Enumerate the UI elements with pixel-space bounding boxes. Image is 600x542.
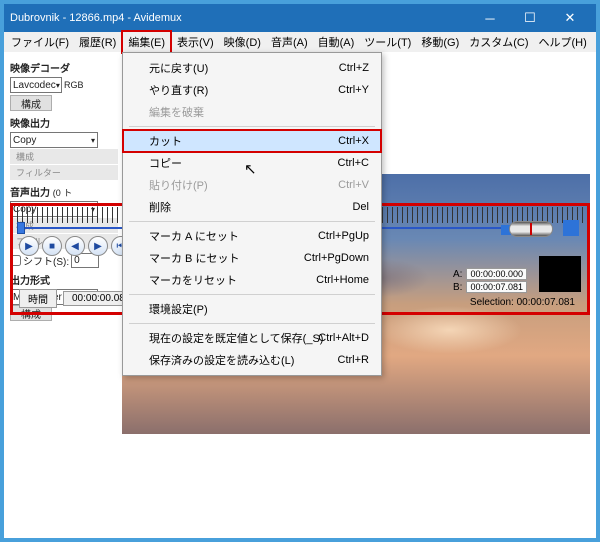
mi-reset-markers[interactable]: マーカをリセットCtrl+Home — [123, 269, 381, 291]
menubar: ファイル(F) 履歴(R) 編集(E) 表示(V) 映像(D) 音声(A) 自動… — [4, 32, 596, 52]
menu-video[interactable]: 映像(D) — [219, 32, 266, 52]
mi-delete[interactable]: 削除Del — [123, 196, 381, 218]
menu-help[interactable]: ヘルプ(H) — [534, 32, 592, 52]
mi-redo[interactable]: やり直す(R)Ctrl+Y — [123, 79, 381, 101]
window-title: Dubrovnik - 12866.mp4 - Avidemux — [10, 12, 470, 24]
time-label-button[interactable]: 時間 — [19, 289, 57, 308]
audio-output-label: 音声出力 (0 ト — [10, 184, 118, 199]
maximize-button[interactable]: ☐ — [510, 10, 550, 26]
selection-value: 00:00:07.081 — [517, 297, 575, 308]
menu-auto[interactable]: 自動(A) — [313, 32, 360, 52]
mi-discard-edits[interactable]: 編集を破棄 — [123, 101, 381, 123]
decoder-right: RGB — [64, 80, 84, 90]
prev-frame-button[interactable]: ◀ — [65, 236, 85, 256]
mi-undo[interactable]: 元に戻す(U)Ctrl+Z — [123, 57, 381, 79]
marker-a-value: 00:00:00.000 — [466, 268, 527, 280]
mi-save-default[interactable]: 現在の設定を既定値として保存(_S)Ctrl+Alt+D — [123, 327, 381, 349]
menu-edit[interactable]: 編集(E) — [121, 30, 172, 54]
video-decoder-label: 映像デコーダ — [10, 60, 118, 75]
decoder-combo[interactable]: Lavcodec▾ — [10, 77, 62, 93]
mi-set-marker-b[interactable]: マーカ B にセットCtrl+PgDown — [123, 247, 381, 269]
menu-recent[interactable]: 履歴(R) — [74, 32, 121, 52]
mi-cut[interactable]: カットCtrl+X — [123, 130, 381, 152]
edit-menu-dropdown: 元に戻す(U)Ctrl+Z やり直す(R)Ctrl+Y 編集を破棄 カットCtr… — [122, 52, 382, 376]
marker-b-label: B: — [453, 282, 462, 293]
video-out-config: 構成 — [10, 149, 118, 164]
decoder-config-button[interactable]: 構成 — [10, 95, 52, 111]
menu-tools[interactable]: ツール(T) — [359, 32, 416, 52]
preview-thumbnail — [539, 256, 581, 292]
minimize-button[interactable]: ─ — [470, 11, 510, 26]
mi-set-marker-a[interactable]: マーカ A にセットCtrl+PgUp — [123, 225, 381, 247]
jog-wheel[interactable] — [509, 221, 553, 237]
marker-a-label: A: — [453, 269, 462, 280]
play-button[interactable]: ▶ — [19, 236, 39, 256]
video-out-filter: フィルター — [10, 165, 118, 180]
corner-marker[interactable] — [563, 220, 579, 236]
mi-load-saved[interactable]: 保存済みの設定を読み込む(L)Ctrl+R — [123, 349, 381, 371]
menu-custom[interactable]: カスタム(C) — [464, 32, 533, 52]
mouse-cursor-icon: ↖ — [244, 160, 257, 178]
close-button[interactable]: ✕ — [550, 10, 590, 26]
video-output-combo[interactable]: Copy▾ — [10, 132, 98, 148]
next-frame-button[interactable]: ▶ — [88, 236, 108, 256]
stop-button[interactable]: ■ — [42, 236, 62, 256]
selection-label: Selection: — [470, 297, 514, 308]
menu-file[interactable]: ファイル(F) — [6, 32, 74, 52]
mi-preferences[interactable]: 環境設定(P) — [123, 298, 381, 320]
menu-audio[interactable]: 音声(A) — [266, 32, 313, 52]
menu-go[interactable]: 移動(G) — [416, 32, 464, 52]
video-output-label: 映像出力 — [10, 115, 118, 130]
slider-thumb[interactable] — [17, 222, 25, 234]
menu-view[interactable]: 表示(V) — [172, 32, 219, 52]
marker-b-value: 00:00:07.081 — [466, 281, 527, 293]
